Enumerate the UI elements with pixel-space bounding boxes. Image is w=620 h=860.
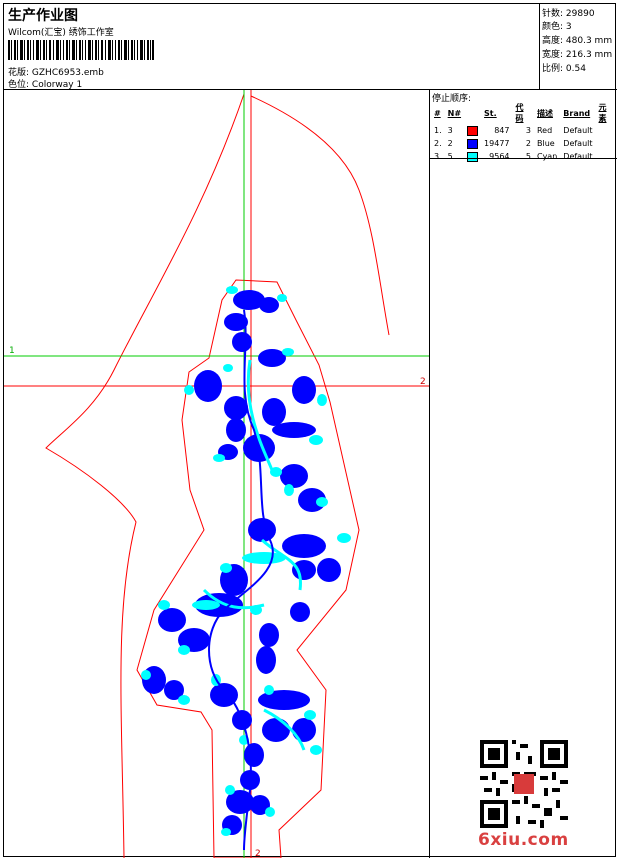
row-code: 2 bbox=[525, 139, 531, 148]
colorway: 色位: Colorway 1 bbox=[8, 77, 82, 90]
row-needle: 5 bbox=[447, 152, 453, 161]
stat-colors: 颜色: 3 bbox=[542, 19, 572, 32]
stat-value: 0.54 bbox=[565, 64, 586, 74]
guide-label-1: 1 bbox=[9, 346, 15, 356]
design-canvas[interactable]: 1 2 2 bbox=[4, 90, 430, 858]
color-swatch bbox=[467, 138, 479, 149]
stat-width: 宽度: 216.3 mm bbox=[542, 47, 612, 60]
row-swatch bbox=[464, 150, 481, 163]
row-desc: Cyan bbox=[536, 152, 558, 161]
row-needle: 3 bbox=[447, 126, 453, 135]
color-swatch bbox=[467, 151, 479, 162]
col-needle: N# bbox=[447, 108, 462, 118]
stop-sequence-panel: 停止顺序: # N# St. 代码 描述 Brand 元素 1. 3 847 3… bbox=[430, 90, 617, 858]
table-row[interactable]: 1. 3 847 3 Red Default bbox=[431, 124, 617, 137]
col-stitches: St. bbox=[484, 108, 497, 118]
barcode bbox=[8, 40, 154, 60]
col-brand: Brand bbox=[563, 108, 591, 118]
row-stitches: 847 bbox=[494, 126, 510, 135]
col-code: 代码 bbox=[515, 103, 524, 123]
row-index: 2. bbox=[434, 139, 442, 148]
stop-sequence-table: # N# St. 代码 描述 Brand 元素 1. 3 847 3 Red D… bbox=[431, 102, 617, 163]
color-swatch bbox=[467, 125, 479, 136]
guide-label-2v: 2 bbox=[255, 849, 261, 858]
stat-value: 480.3 mm bbox=[565, 36, 613, 46]
row-code: 3 bbox=[525, 126, 531, 135]
stat-label: 针数: bbox=[542, 9, 564, 19]
row-brand: Default bbox=[563, 152, 593, 161]
row-needle: 2 bbox=[447, 139, 453, 148]
colorway-label: 色位: bbox=[8, 80, 30, 90]
table-row[interactable]: 3. 5 9564 5 Cyan Default bbox=[431, 150, 617, 163]
row-element bbox=[596, 124, 617, 137]
guide-label-2h: 2 bbox=[420, 377, 426, 387]
stat-label: 比例: bbox=[542, 64, 564, 74]
divider bbox=[430, 158, 617, 159]
stat-height: 高度: 480.3 mm bbox=[542, 33, 612, 46]
col-index: # bbox=[434, 108, 441, 118]
stat-scale: 比例: 0.54 bbox=[542, 61, 586, 74]
col-swatch bbox=[464, 102, 481, 124]
stat-label: 宽度: bbox=[542, 50, 564, 60]
row-element bbox=[596, 150, 617, 163]
garment-outline-left bbox=[45, 93, 245, 858]
stat-value: 216.3 mm bbox=[565, 50, 613, 60]
table-header: # N# St. 代码 描述 Brand 元素 bbox=[431, 102, 617, 124]
row-stitches: 19477 bbox=[484, 139, 510, 148]
site-watermark: 6xiu.com bbox=[478, 830, 569, 850]
sheet-title: 生产作业图 bbox=[8, 8, 78, 24]
stat-label: 高度: bbox=[542, 36, 564, 46]
production-sheet: 生产作业图 Wilcom(汇宝) 绣饰工作室 花版: GZHC6953.emb … bbox=[3, 3, 617, 858]
row-desc: Blue bbox=[536, 139, 555, 148]
stat-value: 29890 bbox=[565, 9, 595, 19]
embroidery-preview: 1 2 2 bbox=[4, 90, 429, 858]
stat-stitches: 针数: 29890 bbox=[542, 6, 595, 19]
software-subtitle: Wilcom(汇宝) 绣饰工作室 bbox=[8, 28, 114, 38]
row-brand: Default bbox=[563, 126, 593, 135]
qr-code bbox=[480, 740, 568, 828]
row-code: 5 bbox=[525, 152, 531, 161]
header-info: 生产作业图 Wilcom(汇宝) 绣饰工作室 花版: GZHC6953.emb … bbox=[4, 4, 540, 90]
row-desc: Red bbox=[536, 126, 553, 135]
col-element: 元素 bbox=[598, 103, 607, 123]
row-swatch bbox=[464, 137, 481, 150]
table-row[interactable]: 2. 2 19477 2 Blue Default bbox=[431, 137, 617, 150]
qr-logo bbox=[514, 774, 534, 794]
col-desc: 描述 bbox=[536, 108, 553, 118]
row-swatch bbox=[464, 124, 481, 137]
row-stitches: 9564 bbox=[489, 152, 510, 161]
row-index: 1. bbox=[434, 126, 442, 135]
stats-panel: 针数: 29890 颜色: 3 高度: 480.3 mm 宽度: 216.3 m… bbox=[540, 4, 617, 90]
colorway-value: Colorway 1 bbox=[31, 80, 83, 90]
row-element bbox=[596, 137, 617, 150]
stat-label: 颜色: bbox=[542, 22, 564, 32]
row-brand: Default bbox=[563, 139, 593, 148]
stat-value: 3 bbox=[565, 22, 572, 32]
row-index: 3. bbox=[434, 152, 442, 161]
floral-motif bbox=[141, 286, 351, 851]
